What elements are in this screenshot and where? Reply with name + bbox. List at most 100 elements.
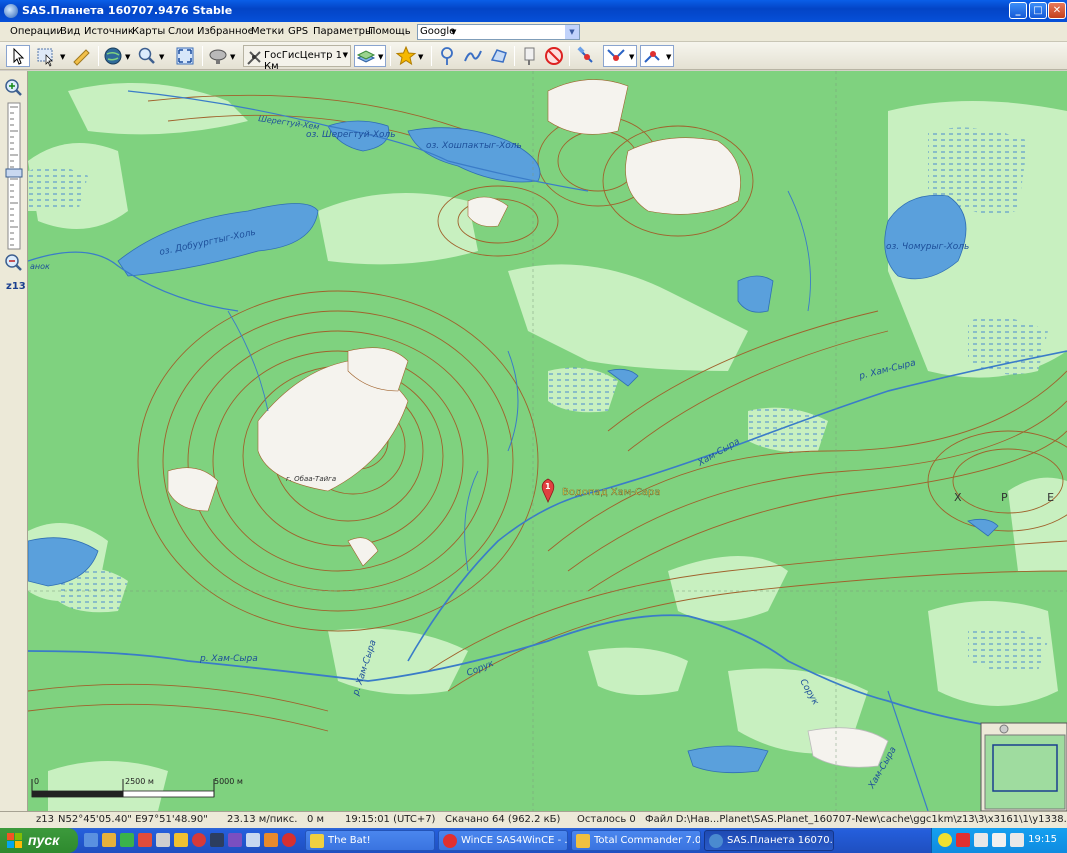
quicklaunch-desktop-icon[interactable] <box>84 833 98 847</box>
menu-marks[interactable]: Метки <box>251 26 284 37</box>
the-bat-icon <box>310 834 324 848</box>
menu-maps[interactable]: Карты <box>132 26 165 37</box>
quicklaunch-browser-icon[interactable] <box>138 833 152 847</box>
zoom-out-icon[interactable] <box>5 254 22 271</box>
task-total-commander[interactable]: Total Commander 7.0... <box>571 830 701 851</box>
tray-volume-icon[interactable] <box>992 833 1006 847</box>
menu-view[interactable]: Вид <box>60 26 80 37</box>
globe-button[interactable]: ▼ <box>102 45 134 67</box>
no-entry-icon <box>545 47 563 65</box>
search-icon: ▼ <box>138 47 165 64</box>
start-button[interactable]: пуск <box>0 828 78 853</box>
delete-marks-button[interactable] <box>543 45 565 67</box>
minimap-toggle-icon[interactable] <box>999 724 1009 734</box>
quicklaunch-mail-icon[interactable] <box>264 833 278 847</box>
title-bar: SAS.Планета 160707.9476 Stable _ □ ✕ <box>0 0 1067 22</box>
task-wince[interactable]: WinCE SAS4WinCE - ... <box>438 830 568 851</box>
svg-text:▼: ▼ <box>60 53 66 61</box>
tray-network-icon[interactable] <box>974 833 988 847</box>
menu-bar: Операции Вид Источник Карты Слои Избранн… <box>0 22 1067 42</box>
zoom-slider-thumb[interactable] <box>5 168 23 178</box>
gps-center-button[interactable]: ▼ <box>640 45 674 67</box>
marks-button[interactable] <box>519 45 541 67</box>
star-icon: ▼ <box>395 45 424 66</box>
menu-source[interactable]: Источник <box>84 26 134 37</box>
menu-settings[interactable]: Параметры <box>313 26 373 37</box>
toolbar-separator <box>202 46 203 66</box>
layers-button[interactable]: ▼ <box>354 45 386 67</box>
task-label: SAS.Планета 16070... <box>727 835 834 846</box>
map-view[interactable]: оз. Шерегтуй-Холь Шерегтуй-Хем оз. Хошпа… <box>28 71 1067 811</box>
add-point-button[interactable] <box>436 45 458 67</box>
globe-icon: ▼ <box>104 47 131 65</box>
svg-text:▼: ▼ <box>666 53 672 61</box>
fullscreen-button[interactable] <box>174 45 198 67</box>
quicklaunch-star-icon[interactable] <box>174 833 188 847</box>
close-button[interactable]: ✕ <box>1048 2 1066 19</box>
quicklaunch-player-icon[interactable] <box>228 833 242 847</box>
favorites-button[interactable]: ▼ <box>395 45 427 67</box>
layer-select[interactable]: Google ▼ ▼ <box>417 24 580 40</box>
quicklaunch-media-icon[interactable] <box>210 833 224 847</box>
menu-layers[interactable]: Слои <box>168 26 194 37</box>
topographic-map[interactable]: оз. Шерегтуй-Холь Шерегтуй-Хем оз. Хошпа… <box>28 71 1067 811</box>
label-kham-syra-low: р. Хам-Сыра <box>199 654 258 664</box>
quicklaunch-opera-icon[interactable] <box>282 833 296 847</box>
zoom-in-icon[interactable] <box>5 79 22 96</box>
zoom-control: z13 <box>5 79 26 292</box>
quicklaunch-network-icon[interactable] <box>246 833 260 847</box>
toolbar-separator <box>390 46 391 66</box>
quicklaunch-app-icon[interactable] <box>120 833 134 847</box>
status-bar: z13 N52°45'05.40" E97°51'48.90" 23.13 м/… <box>0 811 1067 828</box>
add-path-button[interactable] <box>462 45 484 67</box>
chevron-down-icon[interactable]: ▼ <box>565 25 579 39</box>
menu-favorites[interactable]: Избранное <box>197 26 254 37</box>
task-the-bat[interactable]: The Bat! <box>305 830 435 851</box>
quicklaunch-chrome-icon[interactable] <box>192 833 206 847</box>
gps-button[interactable] <box>575 45 601 67</box>
zoom-slider[interactable] <box>5 102 23 250</box>
label-sheretty-lake: оз. Шерегтуй-Холь <box>306 130 396 140</box>
tray-antivirus-icon[interactable] <box>956 833 970 847</box>
task-sas-planet[interactable]: SAS.Планета 16070... <box>704 830 834 851</box>
status-zoom: z13 <box>36 814 54 825</box>
map-source-dropdown[interactable]: ГосГисЦентр 1 Км ▼ <box>243 45 351 72</box>
quicklaunch-tool-icon[interactable] <box>156 833 170 847</box>
minimize-button[interactable]: _ <box>1009 2 1027 19</box>
add-polygon-button[interactable] <box>488 45 510 67</box>
windows-flag-icon <box>7 833 22 848</box>
marker-label: Водопад Хам-Сара <box>562 487 661 498</box>
start-label: пуск <box>28 832 60 848</box>
gps-track-button[interactable]: ▼ <box>603 45 637 67</box>
area-select-button[interactable]: ▼ <box>34 45 68 67</box>
zoom-panel: z13 <box>0 71 28 811</box>
taskbar: пуск The Bat! WinCE SAS4WinCE - ... Tota… <box>0 828 1067 853</box>
status-downloaded: Скачано 64 (962.2 кБ) <box>445 814 561 825</box>
path-icon <box>464 50 482 62</box>
toolbar-separator <box>514 46 515 66</box>
zoom-level-label: z13 <box>6 281 26 292</box>
satellite-dish-button[interactable]: ▼ <box>207 45 239 67</box>
tray-warning-icon[interactable] <box>938 833 952 847</box>
layer-select-value: Google <box>420 26 456 37</box>
menu-gps[interactable]: GPS <box>288 26 308 37</box>
ruler-button[interactable] <box>70 45 94 67</box>
label-ank: анок <box>30 262 50 271</box>
quicklaunch-folder-icon[interactable] <box>102 833 116 847</box>
opera-icon <box>443 834 457 848</box>
gps-track-icon: ▼ <box>607 49 635 61</box>
menu-operations[interactable]: Операции <box>10 26 63 37</box>
tray-clock: 19:15 <box>1028 834 1057 845</box>
compass-icon <box>247 51 261 65</box>
maximize-button[interactable]: □ <box>1029 2 1047 19</box>
select-tool-button[interactable] <box>6 45 30 67</box>
search-button[interactable]: ▼ <box>136 45 168 67</box>
window-title: SAS.Планета 160707.9476 Stable <box>22 4 233 17</box>
minimap[interactable] <box>980 722 1067 811</box>
chevron-down-icon: ▼ <box>342 51 348 59</box>
status-remaining: Осталось 0 <box>577 814 636 825</box>
gps-satellite-icon <box>577 46 593 63</box>
menu-help[interactable]: Помощь <box>368 26 411 37</box>
tray-device-icon[interactable] <box>1010 833 1024 847</box>
app-icon[interactable] <box>4 4 18 18</box>
